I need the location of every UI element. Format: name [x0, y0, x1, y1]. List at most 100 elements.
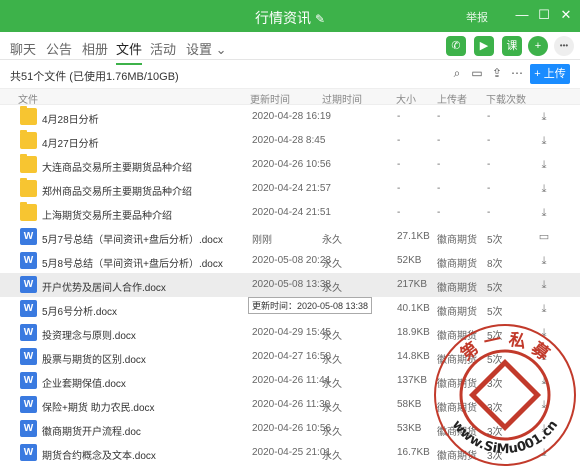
updated-time: 2020-04-29 15:45	[252, 327, 331, 338]
download-count: -	[487, 135, 491, 146]
file-row[interactable]: 上海期货交易所主要品种介绍 2020-04-24 21:51 - - - ⤓	[0, 201, 580, 225]
file-name[interactable]: 大连商品交易所主要期货品种介绍	[42, 159, 192, 174]
download-icon[interactable]: ⤓	[537, 182, 551, 196]
download-count: 8次	[487, 259, 503, 270]
download-icon[interactable]: ⤓	[537, 134, 551, 148]
uploader: -	[437, 135, 441, 146]
file-row[interactable]: 4月28日分析 2020-04-28 16:19 - - - ⤓	[0, 105, 580, 129]
file-name[interactable]: 上海期货交易所主要品种介绍	[42, 207, 172, 222]
word-doc-icon: W	[20, 324, 37, 341]
video-icon[interactable]: ▶	[474, 36, 494, 56]
download-icon[interactable]: ⤓	[537, 422, 551, 436]
file-row[interactable]: W 5月8号总结（早间资讯+盘后分析）.docx 2020-05-08 20:23 永…	[0, 249, 580, 273]
folder-icon	[20, 130, 37, 149]
file-name[interactable]: 4月27日分析	[42, 135, 99, 150]
tab-album[interactable]: 相册	[82, 39, 108, 58]
file-size: 27.1KB	[397, 231, 430, 242]
upload-button[interactable]: + 上传	[530, 64, 570, 84]
file-name[interactable]: 5月6号分析.docx	[42, 303, 117, 318]
more-icon[interactable]: •••	[554, 36, 574, 56]
file-row[interactable]: 郑州商品交易所主要期货品种介绍 2020-04-24 21:57 - - - ⤓	[0, 177, 580, 201]
download-icon[interactable]: ⤓	[537, 254, 551, 268]
edit-icon[interactable]: ✎	[315, 12, 325, 26]
download-icon[interactable]: ⤓	[537, 350, 551, 364]
column-size[interactable]: 大小	[396, 91, 416, 106]
file-row[interactable]: 4月27日分析 2020-04-28 8:45 - - - ⤓	[0, 129, 580, 153]
file-row[interactable]: W 徽商期货开户流程.doc 2020-04-26 10:56 永久 53KB 徽商期货 3…	[0, 417, 580, 441]
download-icon[interactable]: ⤓	[537, 110, 551, 124]
uploader: -	[437, 111, 441, 122]
file-name[interactable]: 企业套期保值.docx	[42, 375, 126, 390]
tab-settings[interactable]: 设置 ⌄	[186, 39, 227, 58]
download-icon[interactable]: ⤓	[537, 302, 551, 316]
download-count: 5次	[487, 331, 503, 342]
column-downloads[interactable]: 下载次数	[486, 91, 526, 106]
file-row[interactable]: W 期货合约概念及文本.docx 2020-04-25 21:01 永久 16.7KB 徽…	[0, 441, 580, 465]
file-name[interactable]: 5月8号总结（早间资讯+盘后分析）.docx	[42, 255, 223, 270]
column-file[interactable]: 文件	[18, 91, 38, 106]
file-row[interactable]: W 股票与期货的区别.docx 2020-04-27 16:50 永久 14.8KB 徽商…	[0, 345, 580, 369]
download-icon[interactable]: ⤓	[537, 326, 551, 340]
file-name[interactable]: 投资理念与原则.docx	[42, 327, 136, 342]
tab-activities[interactable]: 活动	[150, 39, 176, 58]
phone-icon[interactable]: ✆	[446, 36, 466, 56]
file-row[interactable]: W 5月7号总结（早间资讯+盘后分析）.docx 刚刚 永久 27.1KB 徽商期货 5次 ▭	[0, 225, 580, 249]
file-name[interactable]: 保险+期货 助力农民.docx	[42, 399, 155, 414]
download-icon[interactable]: ⤓	[537, 398, 551, 412]
expire-time: 永久	[322, 235, 342, 246]
folder-open-icon[interactable]: ▭	[470, 66, 484, 80]
open-folder-icon[interactable]: ▭	[537, 230, 551, 244]
expire-time: 永久	[322, 259, 342, 270]
group-title[interactable]: 行情资讯 ✎	[0, 8, 580, 28]
uploader: 徽商期货	[437, 427, 477, 438]
column-updated[interactable]: 更新时间	[250, 91, 290, 106]
search-icon[interactable]: ⌕	[450, 66, 464, 80]
download-icon[interactable]: ⤓	[537, 158, 551, 172]
download-icon[interactable]: ⤓	[537, 374, 551, 388]
expire-time: 永久	[322, 355, 342, 366]
file-row[interactable]: W 开户优势及居间人合作.docx 2020-05-08 13:38 永久 217KB 徽…	[0, 273, 580, 297]
report-link[interactable]: 举报	[466, 9, 488, 25]
file-table-header: 文件 更新时间 过期时间 大小 上传者 下载次数	[0, 88, 580, 106]
file-row[interactable]: W 投资理念与原则.docx 2020-04-29 15:45 永久 18.9KB 徽商期…	[0, 321, 580, 345]
tab-announcements[interactable]: 公告	[46, 39, 72, 58]
download-count: -	[487, 207, 491, 218]
updated-time: 2020-04-25 21:01	[252, 447, 331, 458]
tab-chat[interactable]: 聊天	[10, 39, 36, 58]
chevron-down-icon: ⌄	[215, 42, 227, 57]
more-icon[interactable]: ⋯	[510, 66, 524, 80]
course-icon[interactable]: 课	[502, 36, 522, 56]
uploader: 徽商期货	[437, 355, 477, 366]
word-doc-icon: W	[20, 252, 37, 269]
close-icon[interactable]: ✕	[558, 7, 574, 23]
upload-box-icon[interactable]: ⇪	[490, 66, 504, 80]
updated-time: 2020-04-26 10:56	[252, 159, 331, 170]
file-name[interactable]: 徽商期货开户流程.doc	[42, 423, 141, 438]
download-count: -	[487, 183, 491, 194]
word-doc-icon: W	[20, 228, 37, 245]
word-doc-icon: W	[20, 300, 37, 317]
download-icon[interactable]: ⤓	[537, 278, 551, 292]
column-expire[interactable]: 过期时间	[322, 91, 362, 106]
add-icon[interactable]: +	[528, 36, 548, 56]
updated-time: 2020-04-28 16:19	[252, 111, 331, 122]
download-icon[interactable]: ⤓	[537, 206, 551, 220]
file-name[interactable]: 4月28日分析	[42, 111, 99, 126]
column-uploader[interactable]: 上传者	[437, 91, 467, 106]
tab-settings-label: 设置	[186, 42, 213, 57]
file-name[interactable]: 期货合约概念及文本.docx	[42, 447, 156, 462]
file-row[interactable]: 大连商品交易所主要期货品种介绍 2020-04-26 10:56 - - - ⤓	[0, 153, 580, 177]
download-count: 5次	[487, 355, 503, 366]
file-row[interactable]: W 企业套期保值.docx 2020-04-26 11:44 永久 137KB 徽商期货 3…	[0, 369, 580, 393]
maximize-icon[interactable]: ☐	[536, 7, 552, 23]
file-name[interactable]: 股票与期货的区别.docx	[42, 351, 146, 366]
file-name[interactable]: 开户优势及居间人合作.docx	[42, 279, 166, 294]
file-row[interactable]: W 保险+期货 助力农民.docx 2020-04-26 11:30 永久 58KB 徽商…	[0, 393, 580, 417]
uploader: -	[437, 159, 441, 170]
uploader: -	[437, 183, 441, 194]
file-name[interactable]: 5月7号总结（早间资讯+盘后分析）.docx	[42, 231, 223, 246]
file-name[interactable]: 郑州商品交易所主要期货品种介绍	[42, 183, 192, 198]
download-icon[interactable]: ⤓	[537, 446, 551, 460]
tab-files[interactable]: 文件	[116, 39, 143, 65]
minimize-icon[interactable]: —	[514, 7, 530, 23]
